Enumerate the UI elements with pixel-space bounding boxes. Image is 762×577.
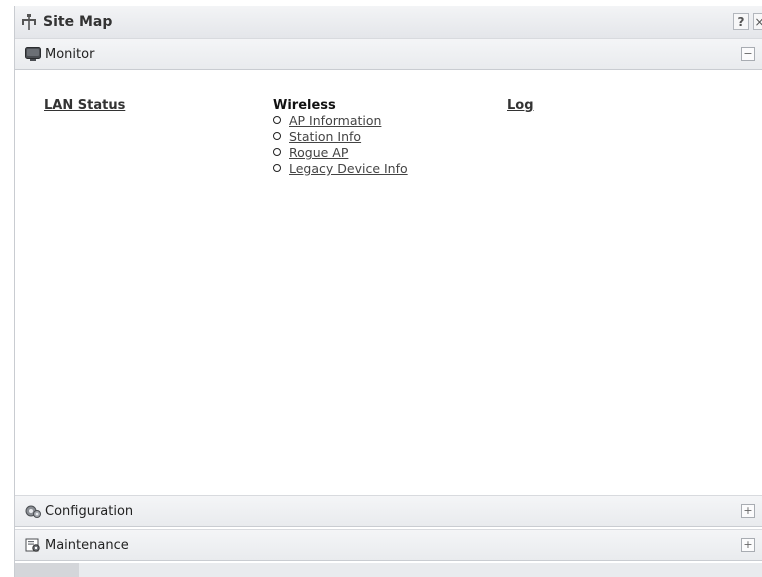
bottom-tab-stub (15, 563, 79, 577)
help-button[interactable]: ? (733, 13, 749, 30)
window-title: Site Map (43, 14, 113, 30)
wireless-submenu: AP Information Station Info Rogue AP Leg… (273, 112, 408, 176)
sitemap-icon (22, 14, 36, 30)
site-map-window: Site Map ? × Monitor − LAN Status Wirele… (14, 6, 762, 577)
monitor-icon (25, 47, 41, 61)
bullet-icon (273, 132, 281, 140)
close-button[interactable]: × (753, 13, 762, 30)
wireless-heading: Wireless (273, 98, 336, 113)
section-header-monitor[interactable]: Monitor − (15, 38, 762, 70)
gears-icon (25, 505, 41, 518)
link-log[interactable]: Log (507, 98, 534, 113)
collapse-monitor-button[interactable]: − (741, 47, 755, 61)
section-header-maintenance[interactable]: Maintenance + (15, 529, 762, 561)
bullet-icon (273, 116, 281, 124)
monitor-content: LAN Status Wireless AP Information Stati… (15, 70, 762, 495)
wireless-item-legacy-device-info: Legacy Device Info (273, 160, 408, 176)
link-ap-information[interactable]: AP Information (289, 113, 381, 128)
link-rogue-ap[interactable]: Rogue AP (289, 145, 348, 160)
link-lan-status[interactable]: LAN Status (44, 98, 125, 113)
section-label-configuration: Configuration (45, 504, 134, 519)
maintenance-icon (25, 538, 40, 552)
bullet-icon (273, 164, 281, 172)
section-label-monitor: Monitor (45, 47, 95, 62)
expand-configuration-button[interactable]: + (741, 504, 755, 518)
wireless-item-rogue-ap: Rogue AP (273, 144, 408, 160)
window-titlebar: Site Map ? × (15, 6, 762, 39)
link-station-info[interactable]: Station Info (289, 129, 361, 144)
bottom-strip (15, 563, 762, 577)
section-label-maintenance: Maintenance (45, 538, 129, 553)
expand-maintenance-button[interactable]: + (741, 538, 755, 552)
link-legacy-device-info[interactable]: Legacy Device Info (289, 161, 408, 176)
wireless-item-station-info: Station Info (273, 128, 408, 144)
section-header-configuration[interactable]: Configuration + (15, 495, 762, 527)
bullet-icon (273, 148, 281, 156)
wireless-item-ap-information: AP Information (273, 112, 408, 128)
